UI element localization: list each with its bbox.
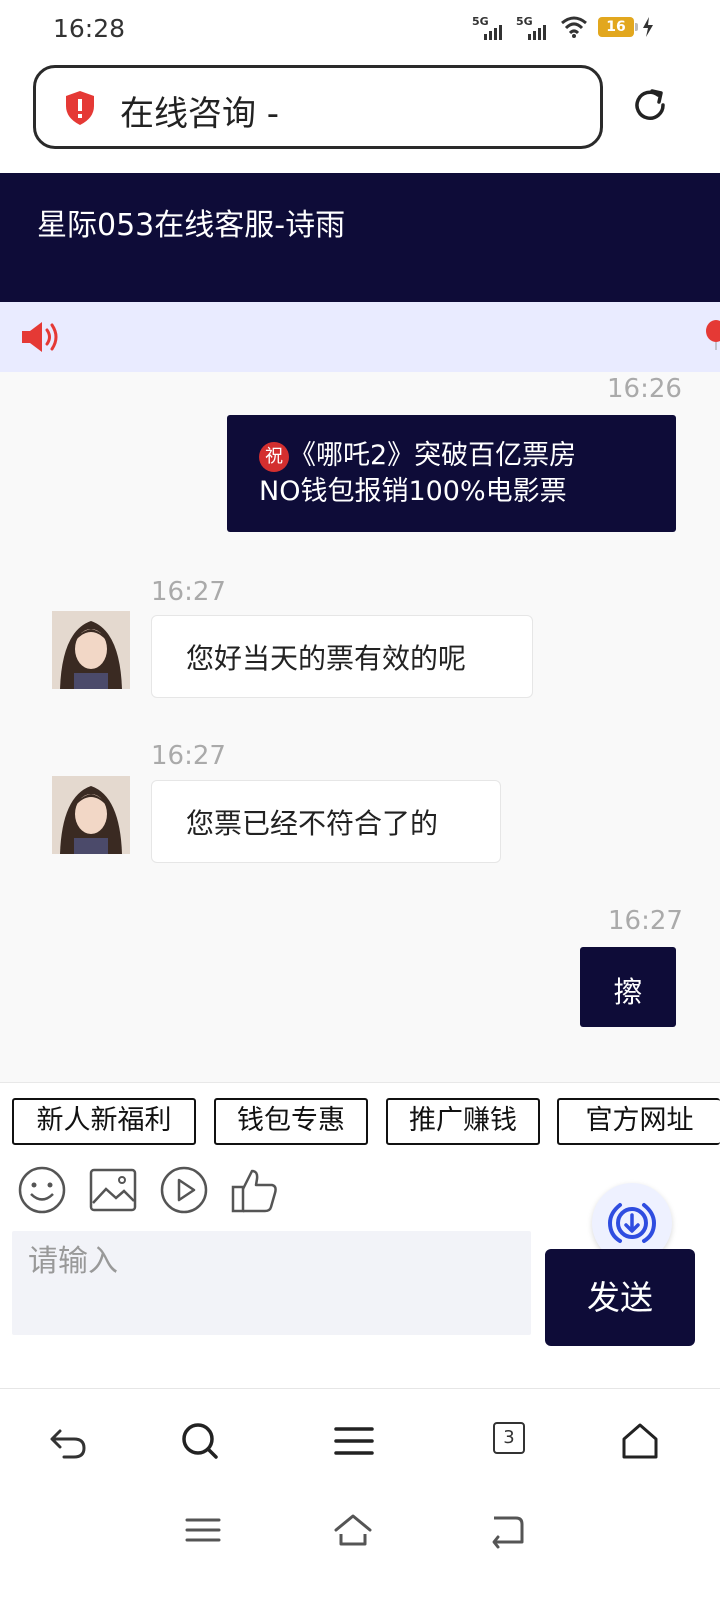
outgoing-message[interactable]: 祝《哪吒2》突破百亿票房 NO钱包报销100%电影票 (227, 415, 676, 532)
recent-apps-icon[interactable] (183, 1510, 223, 1550)
message-line-2: NO钱包报销100%电影票 (259, 476, 567, 507)
celebration-badge-icon: 祝 (259, 442, 289, 472)
message-time: 16:27 (151, 741, 226, 771)
back-icon[interactable] (46, 1419, 90, 1463)
battery-icon: 16 (598, 17, 654, 37)
message-text: 擦 (613, 975, 643, 1009)
incoming-message[interactable]: 您票已经不符合了的 (151, 780, 501, 863)
message-input-box[interactable] (12, 1231, 531, 1335)
agent-avatar[interactable] (52, 776, 130, 854)
status-bar: 16:28 5G 5G 16 (0, 0, 720, 62)
message-time: 16:27 (608, 906, 683, 936)
battery-level: 16 (598, 17, 634, 37)
address-bar[interactable]: 在线咨询 - (33, 65, 603, 149)
speaker-icon (22, 322, 58, 352)
browser-toolbar: 3 (0, 1388, 720, 1488)
signal-icon-1: 5G (472, 14, 506, 40)
message-text: 您票已经不符合了的 (186, 807, 439, 840)
send-button[interactable]: 发送 (545, 1249, 695, 1346)
message-line-1: 《哪吒2》突破百亿票房 (289, 440, 577, 471)
chat-messages: 16:26 祝《哪吒2》突破百亿票房 NO钱包报销100%电影票 16:27 您… (0, 372, 720, 1082)
security-shield-icon[interactable] (64, 90, 96, 126)
quick-tags: 新人新福利 钱包专惠 推广赚钱 官方网址 (0, 1082, 720, 1152)
search-icon[interactable] (178, 1419, 222, 1463)
video-icon[interactable] (159, 1165, 209, 1215)
signal-1-label: 5G (472, 15, 489, 28)
message-time: 16:27 (151, 577, 226, 607)
quick-tag-wallet[interactable]: 钱包专惠 (214, 1098, 368, 1145)
chat-title: 星际053在线客服-诗雨 (37, 208, 346, 243)
system-navigation (0, 1488, 720, 1600)
balloon-icon (706, 320, 720, 350)
signal-icon-2: 5G (516, 14, 550, 40)
agent-avatar[interactable] (52, 611, 130, 689)
system-back-icon[interactable] (486, 1510, 526, 1550)
quick-tag-new-user[interactable]: 新人新福利 (12, 1098, 196, 1145)
tabs-button[interactable]: 3 (493, 1422, 525, 1454)
message-time: 16:26 (607, 374, 682, 404)
quick-tag-promote[interactable]: 推广赚钱 (386, 1098, 540, 1145)
status-icons: 5G 5G 16 (472, 14, 654, 40)
message-input[interactable] (12, 1231, 531, 1291)
quick-tag-official-site[interactable]: 官方网址 (557, 1098, 720, 1145)
emoji-icon[interactable] (17, 1165, 67, 1215)
wifi-icon (561, 16, 587, 38)
reload-icon[interactable] (630, 85, 670, 125)
page-title: 在线咨询 - (120, 94, 280, 134)
signal-2-label: 5G (516, 15, 533, 28)
home-icon[interactable] (618, 1419, 662, 1463)
system-home-icon[interactable] (333, 1510, 373, 1550)
chat-header: 星际053在线客服-诗雨 (0, 173, 720, 302)
menu-icon[interactable] (332, 1419, 376, 1463)
thumbs-up-icon[interactable] (230, 1165, 280, 1215)
message-text: 您好当天的票有效的呢 (186, 642, 467, 675)
notice-bar (0, 302, 720, 372)
image-icon[interactable] (88, 1165, 138, 1215)
charging-icon (643, 17, 653, 37)
incoming-message[interactable]: 您好当天的票有效的呢 (151, 615, 533, 698)
outgoing-message[interactable]: 擦 (580, 947, 676, 1027)
status-time: 16:28 (53, 14, 126, 43)
